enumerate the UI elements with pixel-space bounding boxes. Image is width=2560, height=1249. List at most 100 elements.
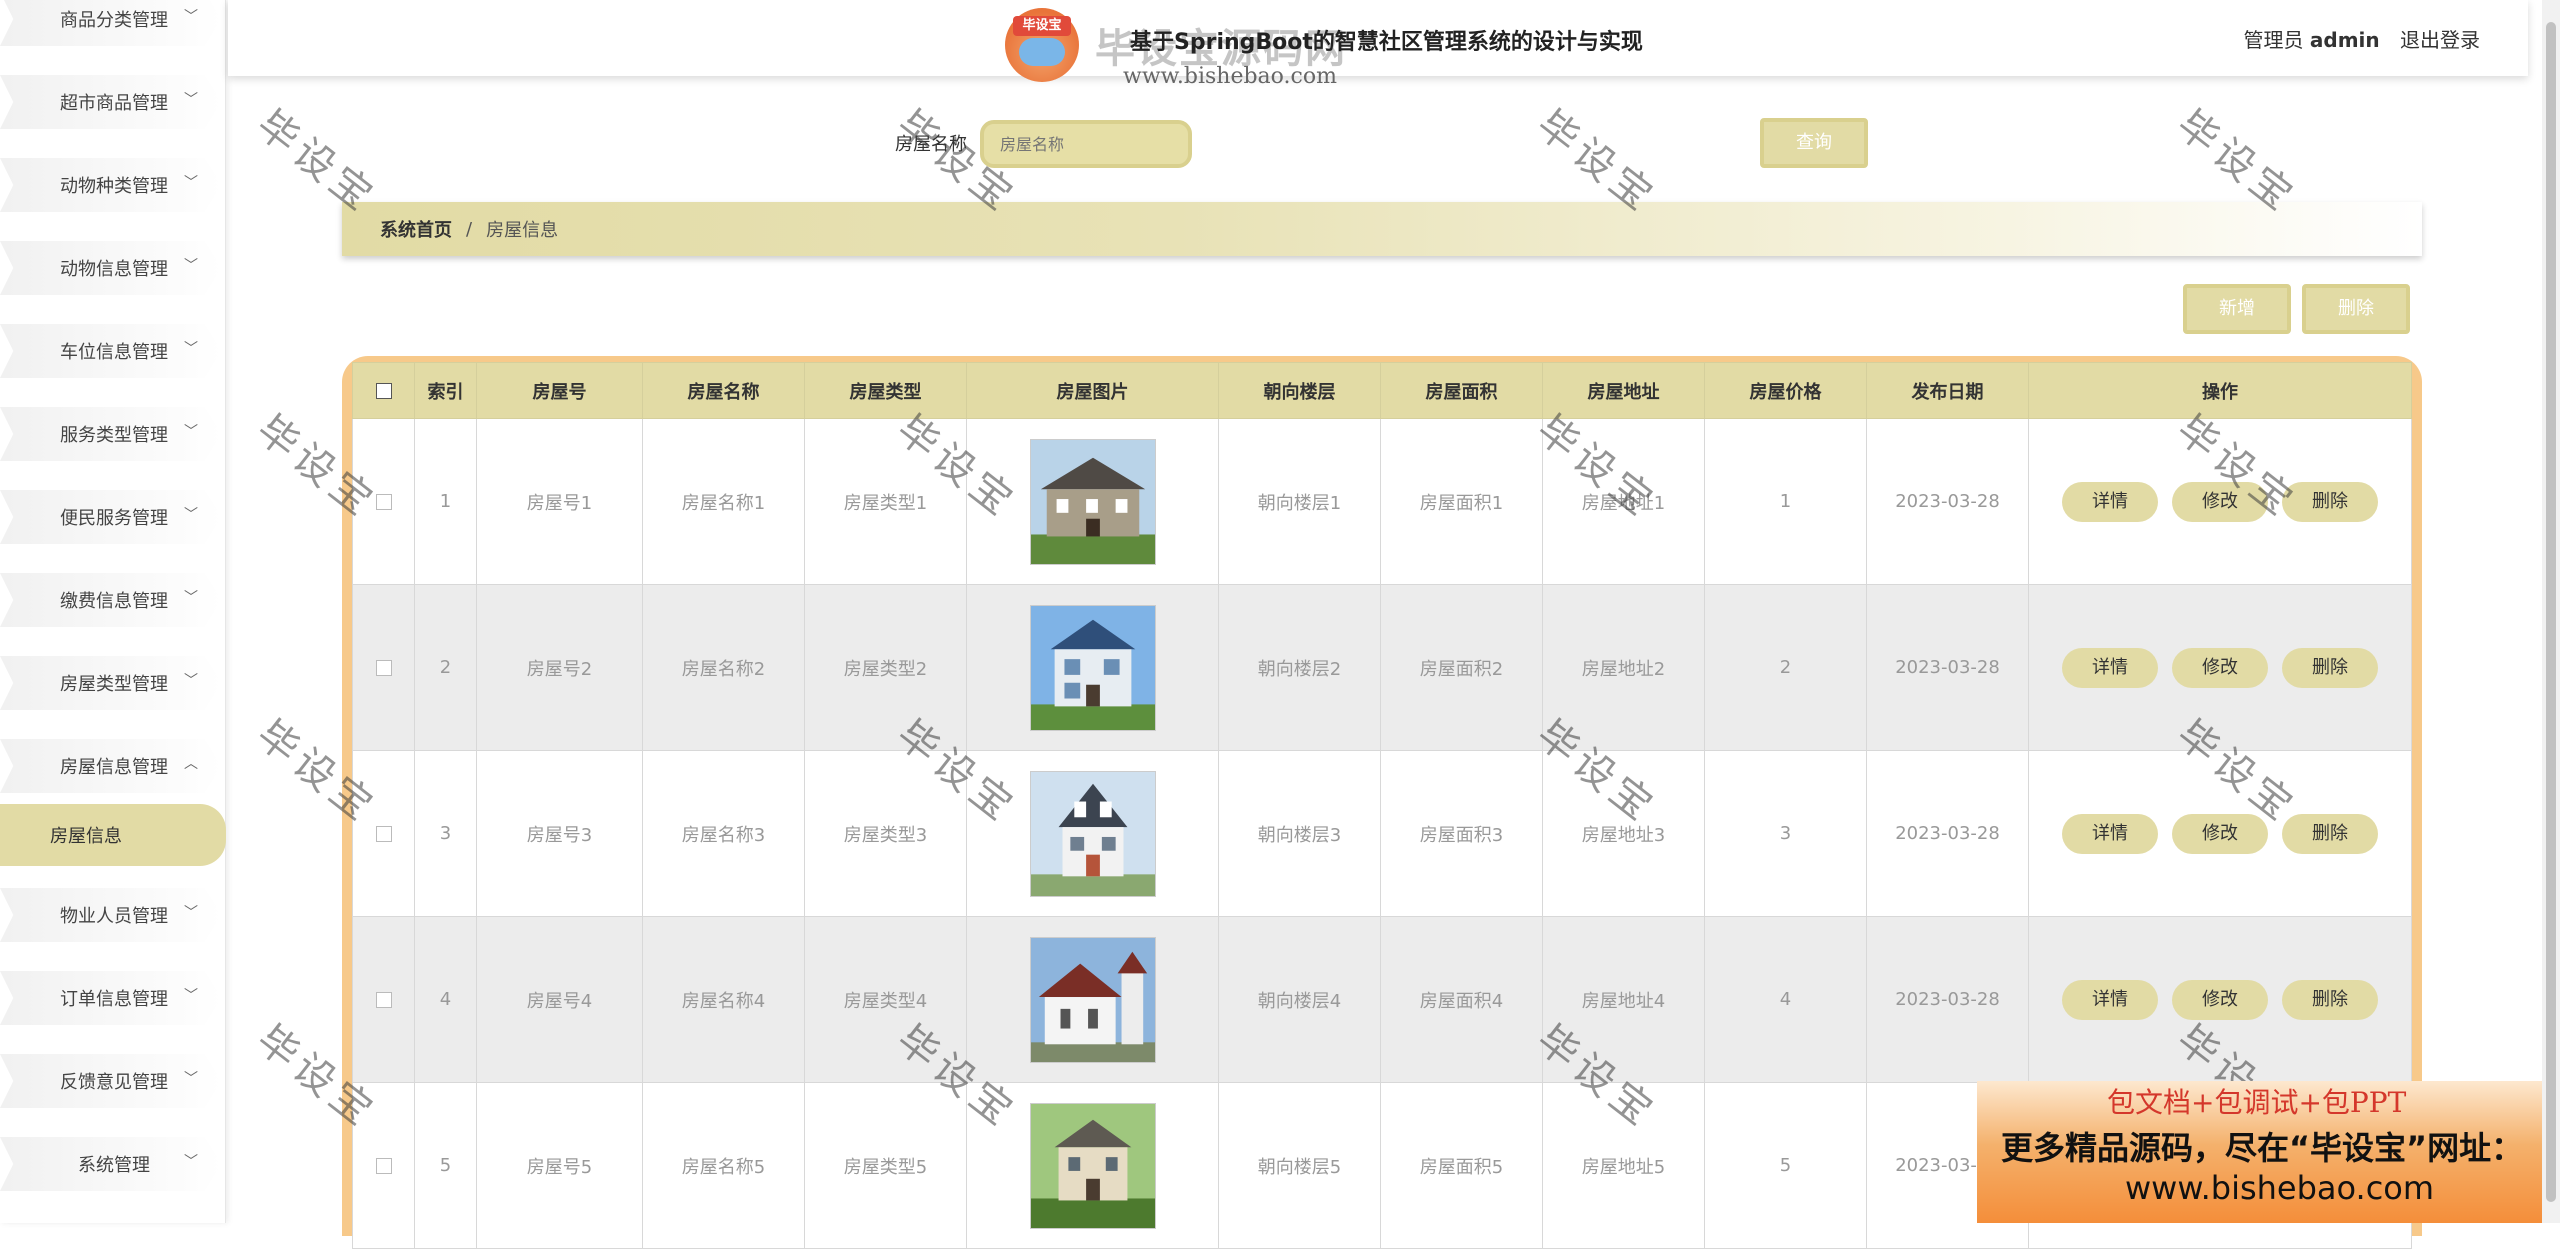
delete-button[interactable]: 删除 bbox=[2282, 979, 2378, 1020]
chevron-down-icon: ﹀ bbox=[184, 258, 198, 274]
house-name-search-input[interactable] bbox=[980, 120, 1192, 168]
row-select-cell bbox=[352, 418, 415, 585]
promo-banner[interactable]: 包文档+包调试+包PPT 更多精品源码，尽在“毕设宝”网址： www.bishe… bbox=[1977, 1081, 2560, 1223]
cell-actions: 详情修改删除 bbox=[2028, 916, 2412, 1083]
sidebar-subitem-house-info[interactable]: 房屋信息 bbox=[0, 804, 226, 866]
edit-button[interactable]: 修改 bbox=[2172, 481, 2268, 522]
sidebar-item-parking-info[interactable]: 车位信息管理 ﹀ bbox=[0, 320, 226, 382]
logo-badge-icon: 毕设宝 bbox=[1005, 8, 1079, 82]
sidebar-item-property-staff[interactable]: 物业人员管理 ﹀ bbox=[0, 884, 226, 946]
chevron-up-icon: ︿ bbox=[184, 756, 198, 772]
cell-house-no: 房屋号2 bbox=[476, 584, 643, 751]
sidebar-item-label: 房屋类型管理 bbox=[60, 674, 168, 695]
sidebar-item-label: 超市商品管理 bbox=[60, 93, 168, 114]
row-checkbox[interactable] bbox=[375, 1158, 392, 1174]
cell-area: 房屋面积5 bbox=[1380, 1082, 1543, 1249]
table-row: 1 房屋号1 房屋名称1 房屋类型1 朝向楼层1 房屋面积1 房屋地址1 1 2… bbox=[352, 418, 2412, 585]
sidebar-item-convenience-service[interactable]: 便民服务管理 ﹀ bbox=[0, 486, 226, 548]
select-all-checkbox[interactable] bbox=[375, 383, 392, 399]
cell-actions: 详情修改删除 bbox=[2028, 750, 2412, 917]
cell-house-no: 房屋号1 bbox=[476, 418, 643, 585]
table-row: 2 房屋号2 房屋名称2 房屋类型2 朝向楼层2 房屋面积2 房屋地址2 2 2… bbox=[352, 584, 2412, 751]
sidebar-item-payment-info[interactable]: 缴费信息管理 ﹀ bbox=[0, 569, 226, 631]
house-photo-1[interactable] bbox=[1029, 438, 1156, 565]
sidebar-item-label: 车位信息管理 bbox=[60, 342, 168, 363]
cell-floor: 朝向楼层1 bbox=[1218, 418, 1381, 585]
edit-button[interactable]: 修改 bbox=[2172, 813, 2268, 854]
cell-index: 3 bbox=[414, 750, 477, 917]
cell-house-no: 房屋号3 bbox=[476, 750, 643, 917]
admin-role: 管理员 bbox=[2243, 28, 2304, 52]
cell-house-no: 房屋号4 bbox=[476, 916, 643, 1083]
breadcrumb: 系统首页 / 房屋信息 bbox=[342, 202, 2422, 256]
detail-button[interactable]: 详情 bbox=[2062, 813, 2158, 854]
row-checkbox[interactable] bbox=[375, 660, 392, 676]
house-photo-4[interactable] bbox=[1029, 936, 1156, 1063]
sidebar-item-product-category[interactable]: 商品分类管理 ﹀ bbox=[0, 0, 226, 50]
row-checkbox[interactable] bbox=[375, 826, 392, 842]
batch-delete-button[interactable]: 删除 bbox=[2302, 284, 2410, 334]
house-photo-2[interactable] bbox=[1029, 604, 1156, 731]
sidebar-item-house-info[interactable]: 房屋信息管理 ︿ bbox=[0, 735, 226, 797]
col-price: 房屋价格 bbox=[1704, 362, 1867, 419]
col-address: 房屋地址 bbox=[1542, 362, 1705, 419]
logo-url: www.bishebao.com bbox=[1123, 64, 1337, 89]
logout-link[interactable]: 退出登录 bbox=[2400, 28, 2480, 52]
col-date: 发布日期 bbox=[1866, 362, 2029, 419]
chevron-down-icon: ﹀ bbox=[184, 175, 198, 191]
cell-floor: 朝向楼层2 bbox=[1218, 584, 1381, 751]
sidebar-item-animal-species[interactable]: 动物种类管理 ﹀ bbox=[0, 154, 226, 216]
row-select-cell bbox=[352, 916, 415, 1083]
promo-line-2: 更多精品源码，尽在“毕设宝”网址： bbox=[2001, 1129, 2524, 1167]
row-checkbox[interactable] bbox=[375, 494, 392, 510]
cell-address: 房屋地址5 bbox=[1542, 1082, 1705, 1249]
promo-line-1: 包文档+包调试+包PPT bbox=[2107, 1086, 2407, 1119]
chevron-down-icon: ﹀ bbox=[184, 92, 198, 108]
house-photo-3[interactable] bbox=[1029, 770, 1156, 897]
cell-house-name: 房屋名称1 bbox=[642, 418, 805, 585]
sidebar-item-label: 订单信息管理 bbox=[60, 989, 168, 1010]
cell-price: 4 bbox=[1704, 916, 1867, 1083]
cell-floor: 朝向楼层4 bbox=[1218, 916, 1381, 1083]
cell-house-image bbox=[966, 584, 1219, 751]
cell-house-name: 房屋名称4 bbox=[642, 916, 805, 1083]
sidebar-item-system[interactable]: 系统管理 ﹀ bbox=[0, 1133, 226, 1195]
cell-area: 房屋面积4 bbox=[1380, 916, 1543, 1083]
cell-house-type: 房屋类型2 bbox=[804, 584, 967, 751]
cell-house-type: 房屋类型1 bbox=[804, 418, 967, 585]
query-button[interactable]: 查询 bbox=[1760, 118, 1868, 168]
edit-button[interactable]: 修改 bbox=[2172, 647, 2268, 688]
detail-button[interactable]: 详情 bbox=[2062, 979, 2158, 1020]
sidebar-item-order-info[interactable]: 订单信息管理 ﹀ bbox=[0, 967, 226, 1029]
delete-button[interactable]: 删除 bbox=[2282, 813, 2378, 854]
page-scrollbar[interactable] bbox=[2542, 0, 2560, 1223]
sidebar-item-supermarket-goods[interactable]: 超市商品管理 ﹀ bbox=[0, 71, 226, 133]
sidebar-item-service-type[interactable]: 服务类型管理 ﹀ bbox=[0, 403, 226, 465]
detail-button[interactable]: 详情 bbox=[2062, 647, 2158, 688]
detail-button[interactable]: 详情 bbox=[2062, 481, 2158, 522]
sidebar-item-animal-info[interactable]: 动物信息管理 ﹀ bbox=[0, 237, 226, 299]
chevron-down-icon: ﹀ bbox=[184, 507, 198, 523]
delete-button[interactable]: 删除 bbox=[2282, 647, 2378, 688]
row-select-cell bbox=[352, 750, 415, 917]
breadcrumb-home[interactable]: 系统首页 bbox=[380, 216, 452, 242]
cell-address: 房屋地址4 bbox=[1542, 916, 1705, 1083]
sidebar-item-label: 房屋信息管理 bbox=[60, 757, 168, 778]
house-photo-5[interactable] bbox=[1029, 1102, 1156, 1229]
cell-house-type: 房屋类型5 bbox=[804, 1082, 967, 1249]
sidebar-item-house-type[interactable]: 房屋类型管理 ﹀ bbox=[0, 652, 226, 714]
table-header-row: 索引 房屋号 房屋名称 房屋类型 房屋图片 朝向楼层 房屋面积 房屋地址 房屋价… bbox=[352, 362, 2412, 419]
sidebar-item-label: 服务类型管理 bbox=[60, 425, 168, 446]
add-button[interactable]: 新增 bbox=[2183, 284, 2291, 334]
cell-address: 房屋地址2 bbox=[1542, 584, 1705, 751]
cell-actions: 详情修改删除 bbox=[2028, 584, 2412, 751]
delete-button[interactable]: 删除 bbox=[2282, 481, 2378, 522]
cell-house-name: 房屋名称3 bbox=[642, 750, 805, 917]
scrollbar-thumb[interactable] bbox=[2546, 22, 2556, 1202]
page-title: 基于SpringBoot的智慧社区管理系统的设计与实现 bbox=[1130, 30, 1643, 55]
cell-house-image bbox=[966, 750, 1219, 917]
edit-button[interactable]: 修改 bbox=[2172, 979, 2268, 1020]
cell-area: 房屋面积2 bbox=[1380, 584, 1543, 751]
row-checkbox[interactable] bbox=[375, 992, 392, 1008]
sidebar-item-feedback[interactable]: 反馈意见管理 ﹀ bbox=[0, 1050, 226, 1112]
